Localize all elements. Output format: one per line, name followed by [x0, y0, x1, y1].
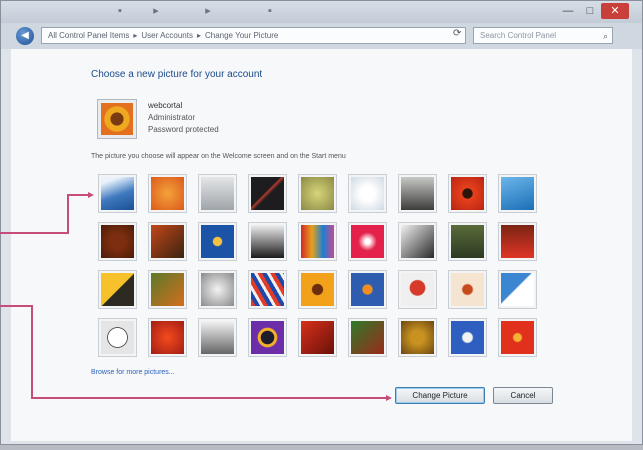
picture-tile-sunflower[interactable]: [299, 271, 336, 308]
picture-tile-autumn[interactable]: [149, 271, 186, 308]
picture-tile-orange-flower[interactable]: [149, 175, 186, 212]
folder-icon: ▪: [118, 5, 122, 17]
back-button[interactable]: ◀: [16, 27, 34, 45]
page-title: Choose a new picture for your account: [91, 69, 263, 80]
picture-tile-dandelion[interactable]: [349, 175, 386, 212]
picture-tile-crown[interactable]: [399, 319, 436, 356]
current-avatar: [97, 99, 137, 139]
address-field[interactable]: All Control Panel Items ▸ User Accounts ▸ Ch…: [41, 27, 466, 44]
user-name: webcortal: [148, 101, 183, 110]
picture-tile-leaves[interactable]: [149, 223, 186, 260]
picture-tile-balloon[interactable]: [399, 271, 436, 308]
picture-tile-snowy[interactable]: [499, 271, 536, 308]
title-bar: ▪ ▸ ▸ ▪ — □ ✕: [1, 1, 642, 23]
picture-tile-purple-frame[interactable]: [249, 319, 286, 356]
maximize-button[interactable]: □: [580, 3, 600, 19]
picture-tile-red-petals[interactable]: [149, 319, 186, 356]
breadcrumb-item[interactable]: Change Your Picture: [205, 31, 278, 40]
picture-tile-butterfly[interactable]: [499, 175, 536, 212]
picture-tile-dancer[interactable]: [249, 223, 286, 260]
search-icon[interactable]: ⌕: [603, 29, 608, 44]
search-placeholder: Search Control Panel: [480, 31, 557, 40]
picture-tile-waterfall[interactable]: [99, 175, 136, 212]
search-input[interactable]: Search Control Panel ⌕: [473, 27, 613, 44]
cancel-button[interactable]: Cancel: [493, 387, 553, 404]
picture-tile-robot[interactable]: [449, 319, 486, 356]
picture-tile-gingko[interactable]: [99, 223, 136, 260]
breadcrumb-separator-icon: ▸: [196, 31, 201, 40]
change-picture-button[interactable]: Change Picture: [395, 387, 485, 404]
change-picture-panel: Choose a new picture for your account we…: [11, 49, 632, 441]
browse-more-link[interactable]: Browse for more pictures...: [91, 369, 175, 376]
address-toolbar: ◀ All Control Panel Items ▸ User Accounts ▸…: [1, 23, 642, 49]
callout-arrow-icon: [88, 192, 94, 198]
picture-tile-black-guitar[interactable]: [249, 175, 286, 212]
breadcrumb-item[interactable]: All Control Panel Items: [48, 31, 129, 40]
picture-tile-skull[interactable]: [199, 271, 236, 308]
picture-tile-horse[interactable]: [399, 175, 436, 212]
picture-tile-red-flower[interactable]: [449, 175, 486, 212]
arrow-icon: ▸: [205, 5, 211, 17]
picture-note: The picture you choose will appear on th…: [91, 153, 346, 160]
picture-tile-tennis-ball[interactable]: [299, 175, 336, 212]
picture-tile-monkey[interactable]: [449, 223, 486, 260]
breadcrumb-item[interactable]: User Accounts: [141, 31, 193, 40]
picture-tile-pink-star[interactable]: [349, 223, 386, 260]
picture-tile-poppies[interactable]: [499, 223, 536, 260]
picture-tile-red-leaf[interactable]: [299, 319, 336, 356]
flower-picture: [101, 103, 133, 135]
picture-tile-red-daisy[interactable]: [499, 319, 536, 356]
picture-grid: [99, 175, 536, 356]
callout-line: [67, 194, 89, 196]
help-icon: ▪: [268, 5, 272, 17]
user-role: Administrator: [148, 113, 196, 122]
callout-line: [0, 305, 32, 307]
breadcrumb-separator-icon: ▸: [133, 31, 138, 40]
callout-line: [31, 397, 387, 399]
picture-tile-chess-piece[interactable]: [199, 175, 236, 212]
close-button[interactable]: ✕: [601, 3, 629, 19]
picture-tile-blue-flower[interactable]: [199, 223, 236, 260]
picture-tile-green-leaf[interactable]: [349, 319, 386, 356]
arrow-icon: ▸: [153, 5, 159, 17]
minimize-button[interactable]: —: [557, 3, 579, 19]
picture-tile-cupcake[interactable]: [449, 271, 486, 308]
picture-tile-yellow-leaf[interactable]: [99, 271, 136, 308]
picture-tile-soccer-team[interactable]: [199, 319, 236, 356]
picture-tile-stripes[interactable]: [249, 271, 286, 308]
picture-tile-fish[interactable]: [349, 271, 386, 308]
picture-tile-sketch[interactable]: [399, 223, 436, 260]
back-arrow-icon: ◀: [21, 30, 29, 41]
callout-arrow-icon: [386, 395, 392, 401]
callout-line: [0, 232, 68, 234]
callout-line: [31, 305, 33, 398]
callout-line: [67, 194, 69, 234]
control-panel-window: ▪ ▸ ▸ ▪ — □ ✕ ◀ All Control Panel Items ▸…: [0, 0, 643, 445]
user-password-status: Password protected: [148, 125, 219, 134]
picture-tile-soccer-ball[interactable]: [99, 319, 136, 356]
picture-tile-crayons[interactable]: [299, 223, 336, 260]
refresh-icon[interactable]: ⟳: [453, 28, 461, 39]
